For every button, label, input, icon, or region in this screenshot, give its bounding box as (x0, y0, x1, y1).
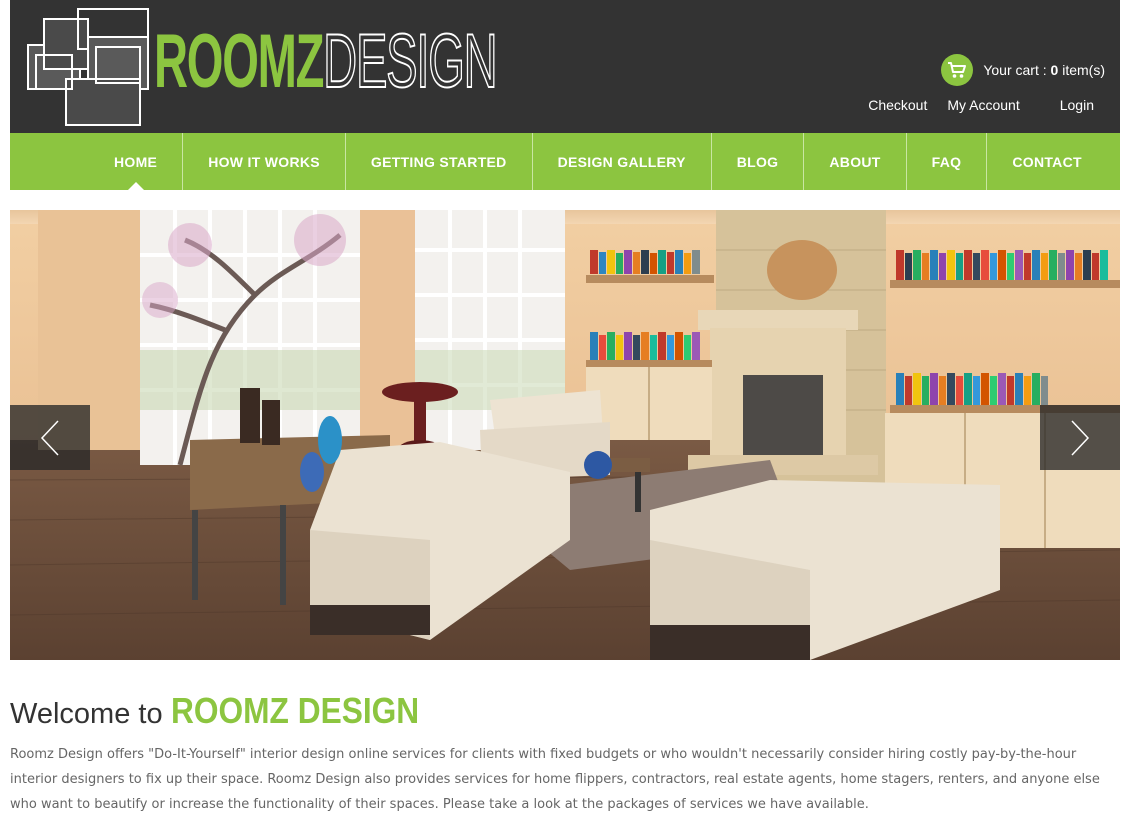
nav-item-design-gallery[interactable]: DESIGN GALLERY (533, 133, 712, 190)
main-nav: HOME HOW IT WORKS GETTING STARTED DESIGN… (10, 133, 1120, 190)
cart-summary[interactable]: Your cart : 0 item(s) (941, 54, 1105, 86)
intro-paragraph: Roomz Design offers "Do-It-Yourself" int… (10, 747, 1100, 812)
logo-mark-icon[interactable] (24, 7, 152, 127)
logo-text-roomz: ROOMZ (154, 19, 324, 104)
slider-prev-button[interactable] (10, 405, 90, 470)
site-header: ROOMZDESIGN Your cart : 0 item(s) Checko… (10, 0, 1120, 133)
nav-item-faq[interactable]: FAQ (907, 133, 988, 190)
welcome-brand: ROOMZ DESIGN (170, 690, 419, 731)
nav-item-about[interactable]: ABOUT (804, 133, 907, 190)
nav-item-blog[interactable]: BLOG (712, 133, 805, 190)
my-account-link[interactable]: My Account (947, 97, 1019, 113)
nav-item-getting-started[interactable]: GETTING STARTED (346, 133, 533, 190)
nav-item-home[interactable]: HOME (89, 133, 184, 190)
cart-prefix: Your cart : (983, 62, 1051, 78)
cart-status-text: Your cart : 0 item(s) (983, 62, 1105, 78)
site-logo[interactable]: ROOMZDESIGN (154, 19, 499, 104)
cart-suffix: item(s) (1058, 62, 1105, 78)
chevron-right-icon (1071, 419, 1090, 456)
account-links: Checkout My Account Login (868, 97, 1094, 113)
login-link[interactable]: Login (1060, 97, 1094, 113)
welcome-heading: Welcome to ROOMZ DESIGN (10, 690, 453, 732)
chevron-left-icon (40, 419, 59, 456)
hero-room-image (10, 210, 1120, 660)
hero-slider (10, 210, 1120, 660)
welcome-prefix: Welcome to (10, 698, 163, 730)
nav-item-how-it-works[interactable]: HOW IT WORKS (183, 133, 346, 190)
checkout-link[interactable]: Checkout (868, 97, 927, 113)
slider-next-button[interactable] (1040, 405, 1120, 470)
shopping-cart-icon[interactable] (941, 54, 974, 86)
nav-item-contact[interactable]: CONTACT (987, 133, 1107, 190)
nav-items: HOME HOW IT WORKS GETTING STARTED DESIGN… (89, 133, 1107, 190)
logo-text-design: DESIGN (323, 19, 499, 104)
